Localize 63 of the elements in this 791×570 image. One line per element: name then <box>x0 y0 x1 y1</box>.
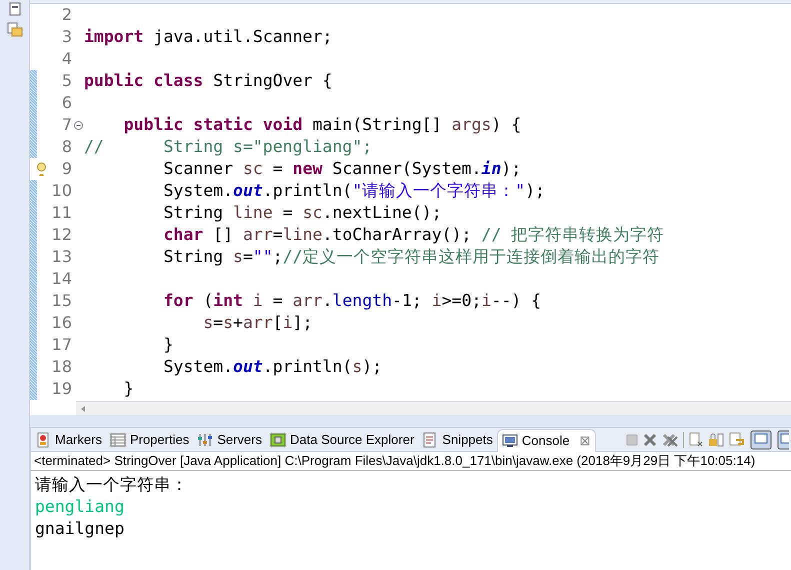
snippets-icon <box>422 432 438 448</box>
code-line: System.out.println("请输入一个字符串："); <box>162 180 545 202</box>
line-number: 18 <box>52 357 72 376</box>
code-line: } <box>122 378 134 400</box>
line-number: 11 <box>52 203 72 222</box>
line-number: 19 <box>52 379 72 398</box>
console-line: 请输入一个字符串： <box>35 474 188 496</box>
code-line: char [] arr=line.toCharArray(); // 把字符串转换为字符 <box>162 224 664 246</box>
line-number: 9 <box>62 159 72 178</box>
line-number: 17 <box>52 335 72 354</box>
fold-collapse-icon[interactable] <box>74 120 82 130</box>
code-line: public class StringOver { <box>84 70 332 92</box>
perspective-icon[interactable] <box>8 2 22 16</box>
line-number: 7 <box>62 115 72 134</box>
code-line: import java.util.Scanner; <box>84 26 332 48</box>
package-icon[interactable] <box>6 22 22 38</box>
code-line: System.out.println(s); <box>162 356 382 378</box>
line-number: 15 <box>52 291 72 310</box>
code-line: // String s="pengliang"; <box>84 136 372 158</box>
code-line: for (int i = arr.length-1; i>=0;i--) { <box>162 290 542 312</box>
clear-console-icon[interactable] <box>689 432 703 448</box>
line-number: 10 <box>52 181 72 200</box>
view-tab[interactable]: Data Source Explorer <box>266 428 418 451</box>
code-line: public static void main(String[] args) { <box>122 114 522 136</box>
view-tab[interactable]: Markers <box>31 428 106 451</box>
line-number: 8 <box>62 137 72 156</box>
horizontal-scrollbar[interactable] <box>76 401 791 415</box>
remove-all-icon[interactable] <box>662 432 678 446</box>
line-number: 2 <box>62 5 72 24</box>
code-line: String line = sc.nextLine(); <box>162 202 442 224</box>
line-number: 13 <box>52 247 72 266</box>
view-tab[interactable]: Snippets <box>418 428 497 451</box>
remove-launch-icon[interactable] <box>643 432 657 446</box>
display-console-icon[interactable] <box>750 430 772 450</box>
code-line: s=s+arr[i]; <box>202 312 313 334</box>
line-number: 12 <box>52 225 72 244</box>
code-line: Scanner sc = new Scanner(System.in); <box>162 158 522 180</box>
properties-icon <box>110 432 126 448</box>
markers-icon <box>35 432 51 448</box>
console-header: <terminated> StringOver [Java Application] C:\Program Files\Java\jdk1.8.0_171\bin\javaw.exe (2018年9月29日 下午10:05:14) <box>31 452 791 471</box>
view-tab[interactable]: Console ⊠ <box>496 429 596 452</box>
console-icon <box>502 433 518 449</box>
scroll-left-icon[interactable] <box>79 404 87 412</box>
view-tab[interactable]: Properties <box>106 428 194 451</box>
word-wrap-icon[interactable] <box>729 432 745 448</box>
code-line: } <box>162 334 174 356</box>
warning-bulb-icon[interactable] <box>37 162 46 176</box>
console-line: pengliang <box>35 496 124 518</box>
terminate-icon[interactable] <box>626 434 638 446</box>
line-number: 6 <box>62 93 72 112</box>
line-number: 16 <box>52 313 72 332</box>
scroll-lock-icon[interactable] <box>708 432 724 448</box>
data-source-icon <box>270 432 286 448</box>
pin-console-icon[interactable] <box>777 430 789 450</box>
servers-icon <box>197 432 214 448</box>
line-number: 4 <box>62 49 72 68</box>
view-tab[interactable]: Servers <box>193 428 266 451</box>
close-tab-icon[interactable]: ⊠ <box>580 431 591 451</box>
line-number: 14 <box>52 269 72 288</box>
line-number: 3 <box>62 27 72 46</box>
code-line: String s="";//定义一个空字符串这样用于连接倒着输出的字符 <box>162 246 660 268</box>
console-line: gnailgnep <box>35 518 124 540</box>
line-number: 5 <box>62 71 72 90</box>
